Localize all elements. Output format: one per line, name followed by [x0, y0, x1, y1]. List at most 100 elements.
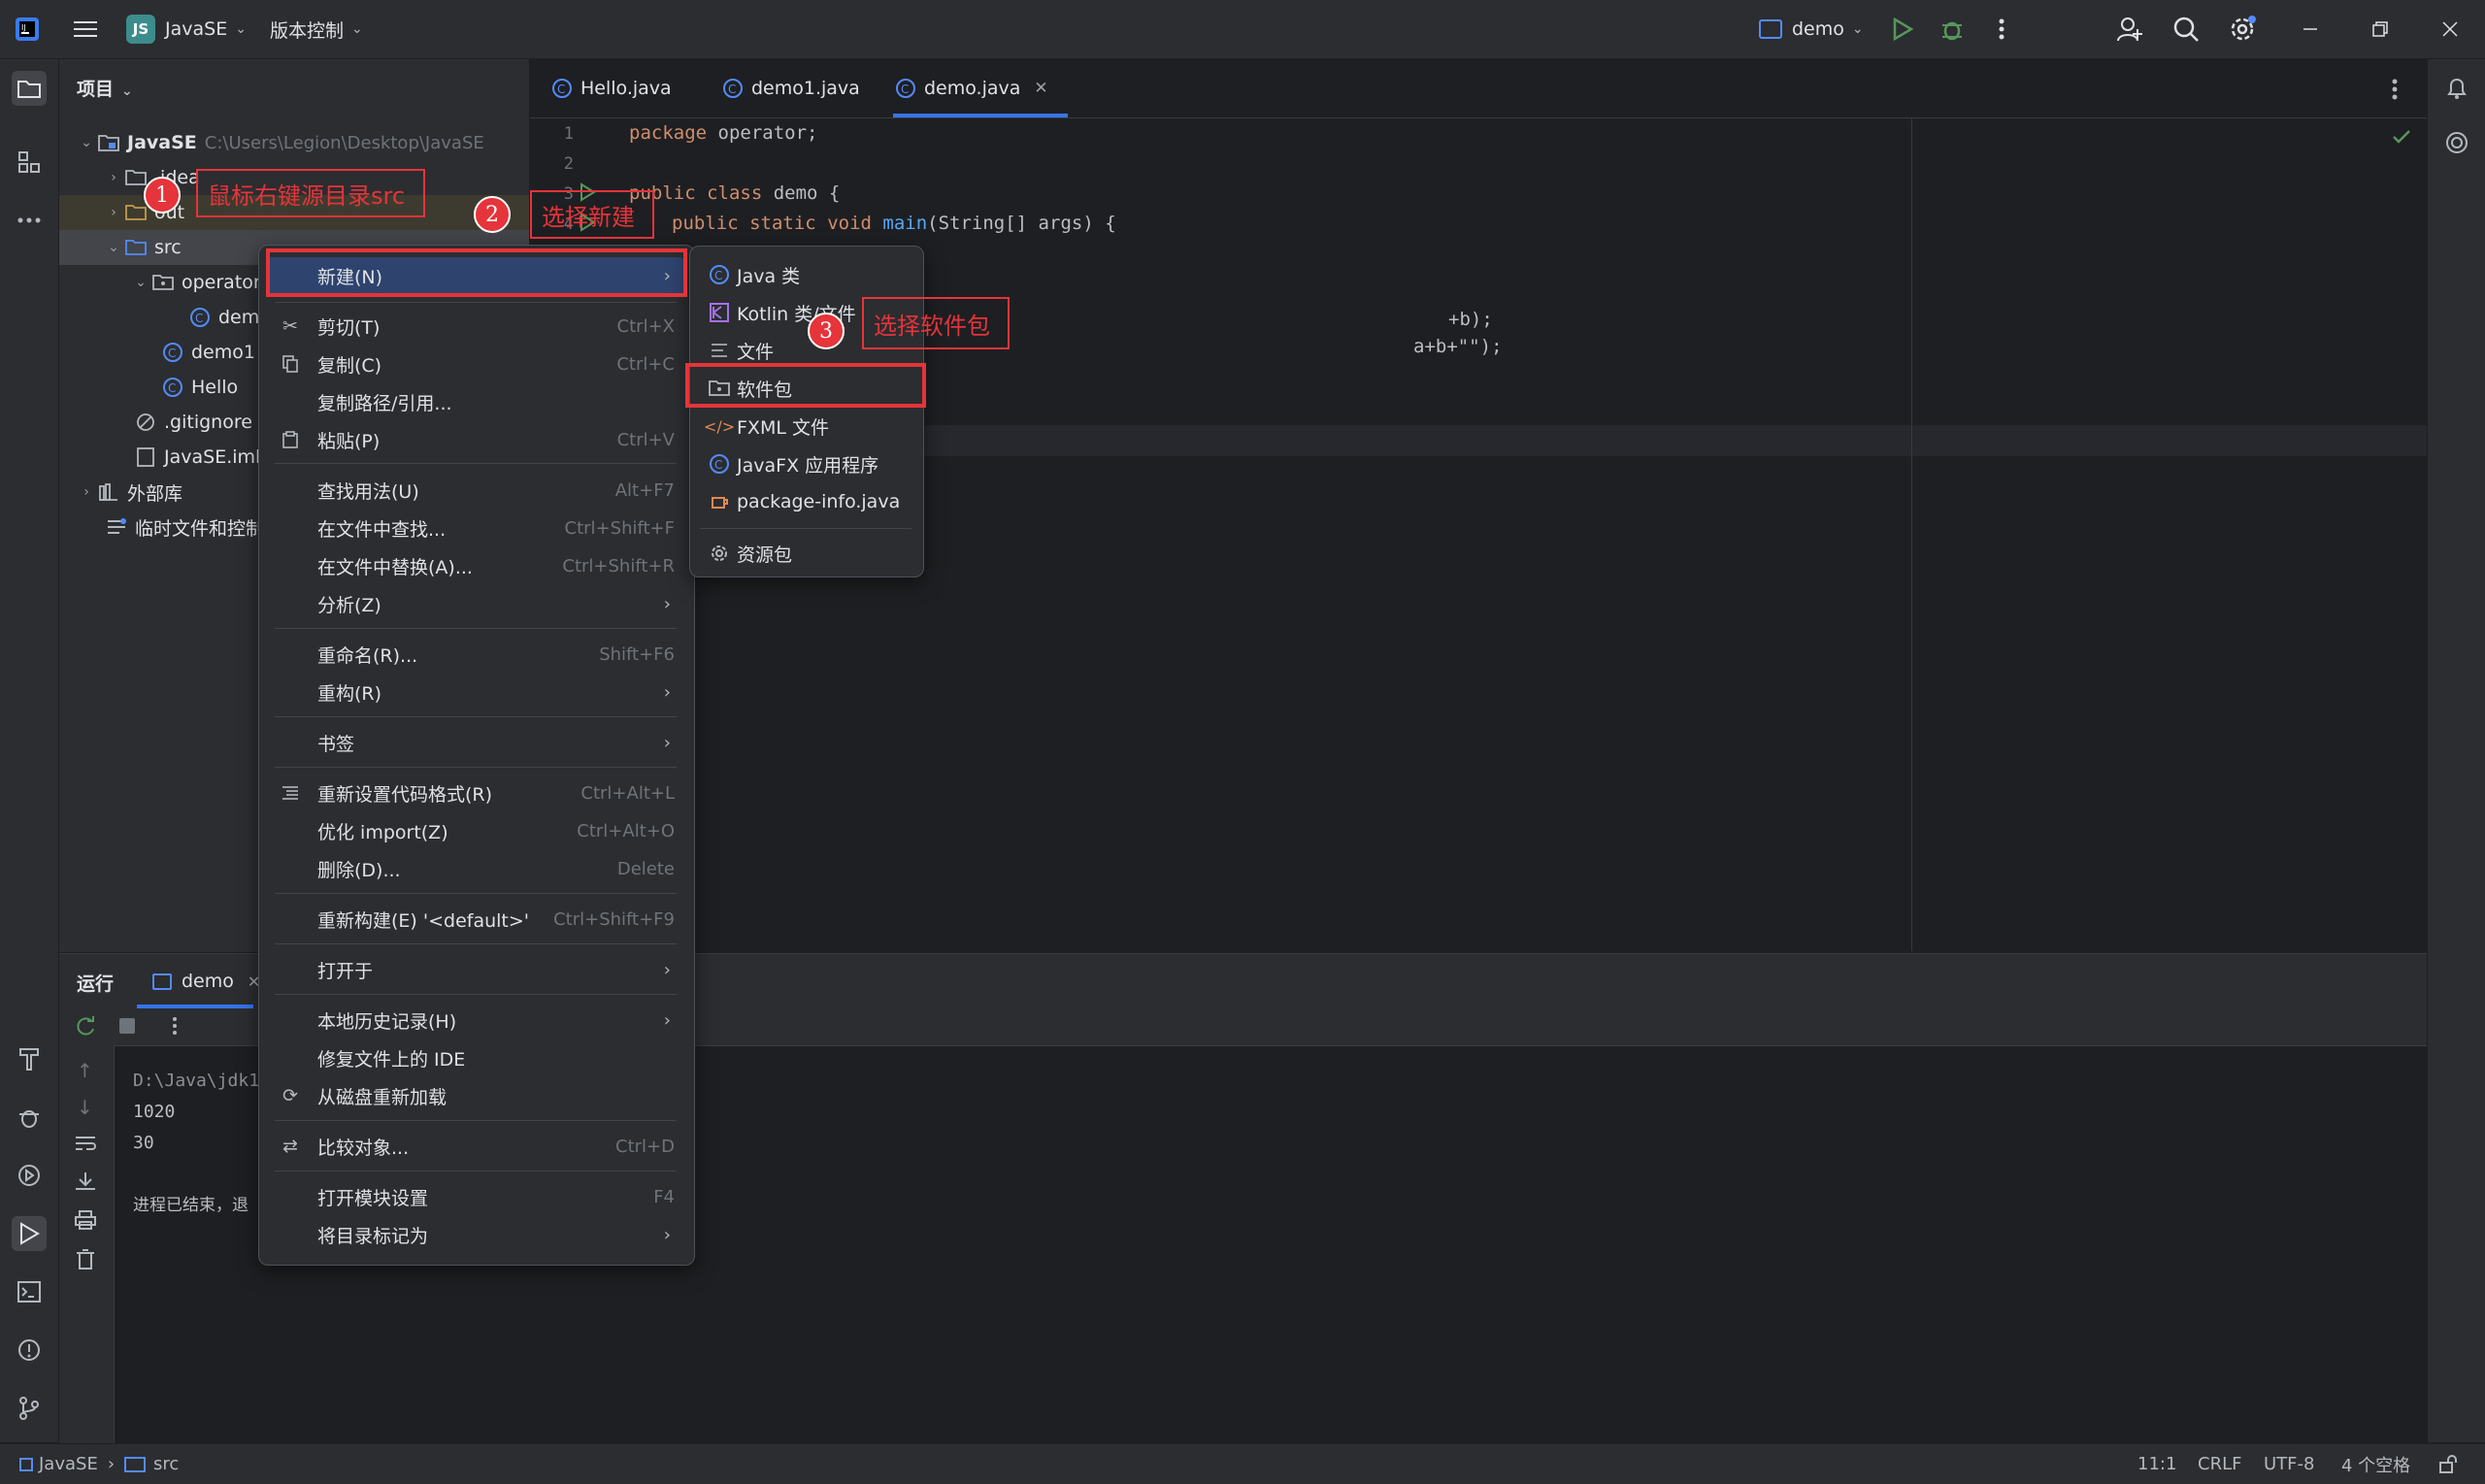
chevron-right-icon: ›	[663, 1224, 671, 1245]
menu-item-repair-ide[interactable]: 修复文件上的 IDE	[267, 1039, 684, 1076]
scroll-to-end-icon[interactable]	[75, 1171, 96, 1196]
context-menu: 新建(N) › ✂ 剪切(T) Ctrl+X 复制(C) Ctrl+C 复制路径/引用…	[258, 245, 695, 1266]
arrow-down-icon[interactable]: ↓	[77, 1096, 93, 1119]
submenu-item-fxml[interactable]: </> FXML 文件	[698, 408, 913, 445]
menu-item-open-in[interactable]: 打开于 ›	[267, 951, 684, 988]
menu-item-local-history[interactable]: 本地历史记录(H) ›	[267, 1002, 684, 1039]
more-tools-icon[interactable]	[12, 203, 47, 238]
menu-item-copy-path[interactable]: 复制路径/引用...	[267, 383, 684, 420]
menu-item-rebuild[interactable]: 重新构建(E) '<default>' Ctrl+Shift+F9	[267, 901, 684, 938]
java-class-icon: C	[160, 342, 185, 363]
close-icon[interactable]	[2433, 12, 2468, 47]
run-config-selector[interactable]: demo ⌄	[1759, 0, 1864, 58]
menu-item-rename[interactable]: 重命名(R)... Shift+F6	[267, 636, 684, 673]
debug-icon[interactable]	[1935, 12, 1970, 47]
submenu-item-javafx[interactable]: C JavaFX 应用程序	[698, 445, 913, 482]
kotlin-icon	[708, 301, 731, 324]
caret-position[interactable]: 11:1	[2137, 1444, 2176, 1484]
menu-item-find-in-files[interactable]: 在文件中查找... Ctrl+Shift+F	[267, 510, 684, 546]
menu-item-paste[interactable]: 粘贴(P) Ctrl+V	[267, 421, 684, 458]
menu-item-copy[interactable]: 复制(C) Ctrl+C	[267, 346, 684, 382]
menu-item-mark-directory[interactable]: 将目录标记为 ›	[267, 1216, 684, 1253]
svg-text:IJ: IJ	[21, 23, 26, 32]
submenu-item-resource-bundle[interactable]: 资源包	[698, 535, 913, 572]
folder-icon	[123, 167, 149, 188]
right-margin-guide	[1911, 118, 1912, 951]
project-panel-title[interactable]: 项目 ⌄	[77, 75, 133, 101]
breadcrumb-item[interactable]: JavaSE	[39, 1454, 98, 1474]
services-icon[interactable]	[12, 1158, 47, 1193]
run-tool-icon[interactable]	[12, 1216, 47, 1251]
chevron-down-icon: ⌄	[135, 275, 147, 290]
settings-icon[interactable]	[2225, 12, 2260, 47]
stop-icon[interactable]	[119, 1018, 135, 1034]
ai-assistant-icon[interactable]	[2439, 125, 2474, 160]
trash-icon[interactable]	[76, 1249, 95, 1275]
scratch-icon	[104, 516, 129, 538]
breadcrumb-item[interactable]: src	[153, 1454, 179, 1474]
svg-text:C: C	[714, 269, 722, 282]
inspection-ok-icon[interactable]	[2392, 128, 2411, 149]
rerun-icon[interactable]	[75, 1016, 96, 1042]
menu-item-compare-with[interactable]: ⇄ 比较对象... Ctrl+D	[267, 1128, 684, 1165]
structure-icon[interactable]	[12, 145, 47, 180]
menu-item-optimize-imports[interactable]: 优化 import(Z) Ctrl+Alt+O	[267, 812, 684, 849]
project-switcher[interactable]: JS JavaSE ⌄	[126, 0, 247, 58]
print-icon[interactable]	[75, 1210, 96, 1235]
indent-setting[interactable]: 4 个空格	[2341, 1444, 2410, 1484]
tree-label: operator	[182, 272, 261, 293]
menu-item-delete[interactable]: 删除(D)... Delete	[267, 850, 684, 887]
restore-icon[interactable]	[2363, 12, 2398, 47]
lock-icon[interactable]	[2438, 1444, 2458, 1484]
new-submenu: C Java 类 Kotlin 类/文件 文件 软件包 </> FXML 文件 …	[689, 246, 924, 577]
run-icon[interactable]	[1885, 12, 1920, 47]
run-config-label: demo	[1792, 18, 1844, 40]
search-icon[interactable]	[2169, 12, 2203, 47]
more-tabs-icon[interactable]	[2392, 79, 2398, 105]
svg-text:C: C	[728, 82, 736, 96]
submenu-item-java-class[interactable]: C Java 类	[698, 256, 913, 293]
menu-item-module-settings[interactable]: 打开模块设置 F4	[267, 1178, 684, 1215]
tab-hello[interactable]: C Hello.java	[549, 59, 672, 117]
minimize-icon[interactable]	[2293, 12, 2328, 47]
vcs-menu[interactable]: 版本控制 ⌄	[270, 0, 363, 58]
submenu-item-package-info[interactable]: package-info.java	[698, 483, 913, 520]
tab-demo1[interactable]: C demo1.java	[720, 59, 860, 117]
app-logo-icon[interactable]: IJ	[10, 12, 45, 47]
close-tab-icon[interactable]: ✕	[1034, 79, 1047, 98]
notifications-icon[interactable]	[2439, 71, 2474, 106]
menu-item-refactor[interactable]: 重构(R) ›	[267, 674, 684, 710]
copy-icon	[279, 352, 302, 376]
menu-item-reload-from-disk[interactable]: ⟳ 从磁盘重新加载	[267, 1077, 684, 1114]
file-encoding[interactable]: UTF-8	[2264, 1444, 2314, 1484]
line-separator[interactable]: CRLF	[2198, 1444, 2241, 1484]
soft-wrap-icon[interactable]	[75, 1135, 96, 1157]
chevron-right-icon: ›	[107, 1454, 116, 1474]
tree-item-root[interactable]: ⌄ JavaSE C:\Users\Legion\Desktop\JavaSE	[59, 125, 529, 160]
run-tab-demo[interactable]: demo ✕	[152, 954, 260, 1008]
folder-icon	[123, 202, 149, 223]
tree-label: demo1	[191, 342, 255, 363]
more-icon[interactable]	[1984, 12, 2019, 47]
more-icon[interactable]	[172, 1016, 178, 1040]
debug-tool-icon[interactable]	[12, 1100, 47, 1135]
chevron-right-icon: ›	[111, 205, 116, 220]
git-icon[interactable]	[12, 1391, 47, 1426]
project-view-icon[interactable]	[12, 71, 47, 106]
add-user-icon[interactable]	[2112, 12, 2147, 47]
menu-item-replace-in-files[interactable]: 在文件中替换(A)... Ctrl+Shift+R	[267, 547, 684, 584]
terminal-icon[interactable]	[12, 1274, 47, 1309]
code-fragment: +b);	[1448, 309, 1493, 330]
menu-item-cut[interactable]: ✂ 剪切(T) Ctrl+X	[267, 308, 684, 345]
hamburger-icon[interactable]	[68, 12, 103, 47]
menu-item-analyze[interactable]: 分析(Z) ›	[267, 585, 684, 622]
menu-item-reformat[interactable]: 重新设置代码格式(R) Ctrl+Alt+L	[267, 775, 684, 811]
tree-path: C:\Users\Legion\Desktop\JavaSE	[204, 132, 484, 153]
tab-label: demo.java	[924, 78, 1021, 99]
menu-item-find-usages[interactable]: 查找用法(U) Alt+F7	[267, 472, 684, 509]
tab-demo[interactable]: C demo.java ✕	[893, 59, 1068, 117]
arrow-up-icon[interactable]: ↑	[77, 1059, 93, 1082]
problems-icon[interactable]	[12, 1333, 47, 1368]
build-icon[interactable]	[12, 1041, 47, 1076]
menu-item-bookmarks[interactable]: 书签 ›	[267, 724, 684, 761]
